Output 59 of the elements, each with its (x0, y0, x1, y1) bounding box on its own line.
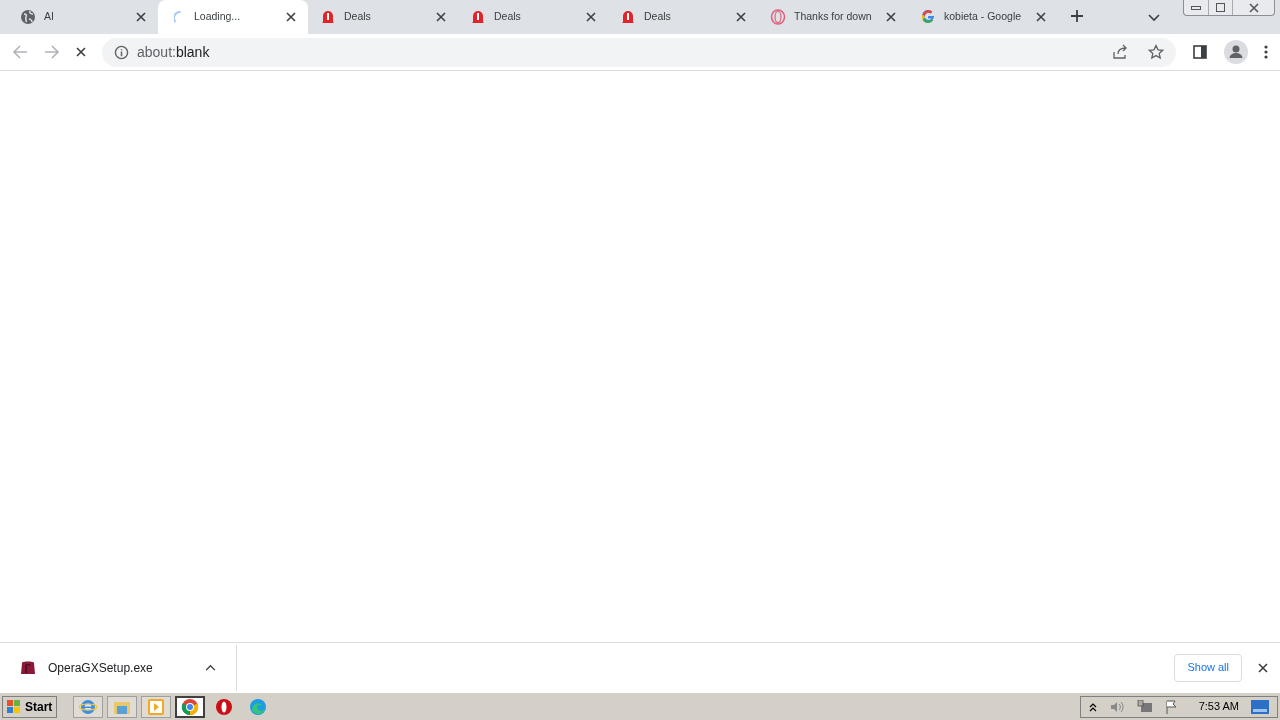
show-all-button[interactable]: Show all (1174, 653, 1242, 682)
spinner-icon (174, 11, 182, 23)
ring-icon (770, 9, 786, 25)
share-icon[interactable] (1112, 44, 1128, 60)
star-icon[interactable] (1148, 44, 1164, 60)
play-icon (147, 697, 166, 716)
tab-title: Deals (494, 9, 522, 25)
tab-title: AI (44, 9, 55, 25)
browser-tab[interactable]: kobieta - Google (908, 0, 1058, 34)
profile-icon[interactable] (1224, 40, 1248, 64)
browser-tab[interactable]: AI (8, 0, 158, 34)
url-text: about:blank (137, 42, 211, 62)
browser-tab[interactable]: Loading... (158, 0, 308, 34)
close-icon[interactable] (1036, 12, 1046, 22)
side-panel-icon[interactable] (1192, 44, 1208, 60)
edge-icon (249, 697, 268, 716)
stop-icon[interactable] (76, 47, 86, 57)
chrome-icon (181, 697, 200, 716)
tab-title: kobieta - Google (944, 9, 1023, 25)
browser-tab[interactable]: Deals (308, 0, 458, 34)
tab-title: Loading... (194, 9, 242, 25)
opera-icon (215, 697, 234, 716)
tab-title: Deals (644, 9, 672, 25)
bell-icon (620, 9, 636, 25)
tab-title: Thanks for down (794, 9, 873, 25)
google-icon (920, 9, 936, 25)
network-icon[interactable] (1136, 699, 1153, 714)
tab-title: Deals (344, 9, 372, 25)
browser-tab[interactable]: Deals (458, 0, 608, 34)
plus-icon[interactable] (1070, 9, 1084, 23)
browser-tab[interactable]: Thanks for down (758, 0, 908, 34)
close-icon[interactable] (136, 12, 146, 22)
start-button[interactable]: Start (2, 695, 58, 718)
close-icon[interactable] (736, 12, 746, 22)
download-filename: OperaGXSetup.exe (48, 659, 154, 677)
close-icon[interactable] (586, 12, 596, 22)
download-item[interactable]: OperaGXSetup.exe (0, 644, 237, 691)
taskbar-app[interactable] (175, 695, 206, 718)
close-icon[interactable] (286, 12, 296, 22)
flag-icon[interactable] (1164, 699, 1179, 714)
bell-icon (320, 9, 336, 25)
close-icon[interactable] (886, 12, 896, 22)
close-icon[interactable] (436, 12, 446, 22)
info-icon (114, 44, 129, 60)
browser-tab[interactable]: Deals (608, 0, 758, 34)
globe-icon (20, 9, 36, 25)
desktop-icon[interactable] (1251, 699, 1269, 714)
installer-icon (20, 659, 36, 676)
close-icon[interactable] (1248, 2, 1259, 13)
windows-logo-icon (7, 699, 21, 714)
bell-icon (470, 9, 486, 25)
clock[interactable]: 7:53 AM (1198, 698, 1239, 715)
browser-e-icon (79, 697, 98, 716)
address-bar[interactable]: about:blank (102, 37, 1176, 67)
menu-icon[interactable] (1264, 44, 1268, 60)
close-icon[interactable] (1258, 662, 1268, 673)
chevron-down-icon[interactable] (1148, 14, 1160, 22)
chevron-up-icon[interactable] (205, 664, 216, 671)
tray-expand-icon[interactable] (1088, 701, 1097, 712)
